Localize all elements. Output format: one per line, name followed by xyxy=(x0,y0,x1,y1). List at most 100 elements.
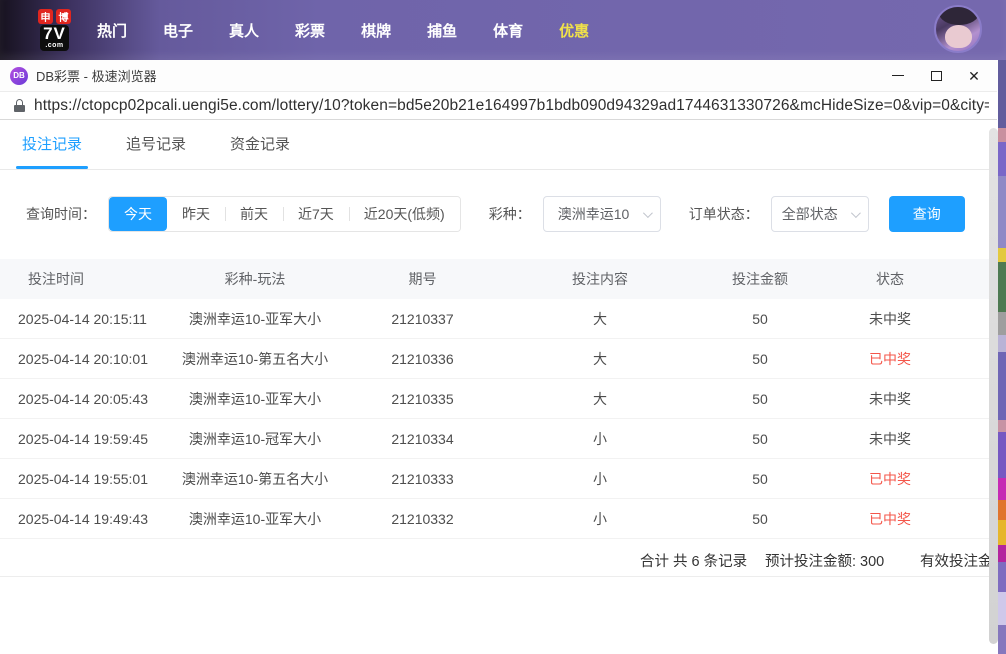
minimize-icon[interactable] xyxy=(879,61,917,91)
cell-game-play: 澳洲幸运10-亚军大小 xyxy=(180,309,330,329)
cell-bet-amount: 50 xyxy=(685,311,835,327)
column-header-status: 状态 xyxy=(835,269,945,289)
cell-bet-content: 大 xyxy=(515,309,685,329)
cell-bet-content: 大 xyxy=(515,389,685,409)
top-menu-item[interactable]: 彩票 xyxy=(295,20,325,41)
lottery-select[interactable]: 澳洲幸运10 xyxy=(543,196,661,232)
table-body: 2025-04-14 20:15:11 澳洲幸运10-亚军大小 21210337… xyxy=(0,299,997,539)
table-row: 2025-04-14 20:10:01 澳洲幸运10-第五名大小 2121033… xyxy=(0,339,997,379)
cell-issue-number: 21210333 xyxy=(330,471,515,487)
chevron-down-icon xyxy=(851,208,861,218)
cell-issue-number: 21210337 xyxy=(330,311,515,327)
browser-urlbar: https://ctopcp02pcali.uengi5e.com/lotter… xyxy=(0,92,997,120)
cell-bet-time: 2025-04-14 20:15:11 xyxy=(0,311,180,327)
record-tab[interactable]: 追号记录 xyxy=(126,120,186,169)
table-summary: 合计 共 6 条记录 预计投注金额: 300 有效投注金额 xyxy=(0,539,997,577)
screen: 申 博 7V .com 热门 电子 真人 彩票 棋牌 捕鱼 体育 xyxy=(0,0,1006,654)
cell-game-play: 澳洲幸运10-冠军大小 xyxy=(180,429,330,449)
close-icon[interactable]: ✕ xyxy=(955,61,993,91)
page-content: 投注记录 追号记录 资金记录 查询时间： 今天 昨天 前天 近7天 近20天(低… xyxy=(0,120,997,654)
cell-bet-amount: 50 xyxy=(685,511,835,527)
filter-bar: 查询时间： 今天 昨天 前天 近7天 近20天(低频) 彩种： 澳洲幸运10 xyxy=(26,196,997,232)
cell-game-play: 澳洲幸运10-第五名大小 xyxy=(180,349,330,369)
cell-game-play: 澳洲幸运10-第五名大小 xyxy=(180,469,330,489)
lottery-select-value: 澳洲幸运10 xyxy=(558,204,630,224)
cell-bet-content: 大 xyxy=(515,349,685,369)
table-row: 2025-04-14 20:05:43 澳洲幸运10-亚军大小 21210335… xyxy=(0,379,997,419)
table-row: 2025-04-14 20:15:11 澳洲幸运10-亚军大小 21210337… xyxy=(0,299,997,339)
cell-bet-time: 2025-04-14 20:05:43 xyxy=(0,391,180,407)
summary-total-records: 合计 共 6 条记录 xyxy=(640,550,747,571)
cell-status: 未中奖 xyxy=(835,309,945,329)
record-tab[interactable]: 投注记录 xyxy=(22,120,82,169)
cell-game-play: 澳洲幸运10-亚军大小 xyxy=(180,389,330,409)
top-menu-item[interactable]: 真人 xyxy=(229,20,259,41)
top-menu: 热门 电子 真人 彩票 棋牌 捕鱼 体育 优惠 xyxy=(97,20,589,41)
order-status-select[interactable]: 全部状态 xyxy=(771,196,869,232)
cell-bet-time: 2025-04-14 20:10:01 xyxy=(0,351,180,367)
window-title: DB彩票 - 极速浏览器 xyxy=(36,66,157,85)
column-header-content: 投注内容 xyxy=(515,269,685,289)
time-filter-label: 查询时间： xyxy=(26,204,96,224)
top-menu-item[interactable]: 体育 xyxy=(493,20,523,41)
time-range-option[interactable]: 近7天 xyxy=(283,197,349,231)
cell-bet-amount: 50 xyxy=(685,431,835,447)
cell-bet-time: 2025-04-14 19:59:45 xyxy=(0,431,180,447)
cell-bet-amount: 50 xyxy=(685,391,835,407)
table-row: 2025-04-14 19:59:45 澳洲幸运10-冠军大小 21210334… xyxy=(0,419,997,459)
top-menu-item[interactable]: 热门 xyxy=(97,20,127,41)
summary-valid-amount: 有效投注金额 xyxy=(920,550,997,571)
top-menu-item[interactable]: 捕鱼 xyxy=(427,20,457,41)
cell-issue-number: 21210332 xyxy=(330,511,515,527)
table-row: 2025-04-14 19:49:43 澳洲幸运10-亚军大小 21210332… xyxy=(0,499,997,539)
cell-status: 已中奖 xyxy=(835,349,945,369)
window-controls: ✕ xyxy=(879,61,993,91)
table-header: 投注时间 彩种-玩法 期号 投注内容 投注金额 状态 xyxy=(0,259,997,299)
brand-mark: 7V .com xyxy=(40,25,69,51)
top-menu-item[interactable]: 棋牌 xyxy=(361,20,391,41)
cell-issue-number: 21210335 xyxy=(330,391,515,407)
user-avatar[interactable] xyxy=(934,5,982,53)
cell-bet-amount: 50 xyxy=(685,471,835,487)
cell-issue-number: 21210334 xyxy=(330,431,515,447)
brand-logo[interactable]: 申 博 7V .com xyxy=(38,9,71,51)
chevron-down-icon xyxy=(643,208,653,218)
site-favicon-icon: DB xyxy=(10,67,28,85)
lock-icon xyxy=(14,99,25,112)
cell-bet-content: 小 xyxy=(515,469,685,489)
cell-status: 未中奖 xyxy=(835,429,945,449)
cell-status: 已中奖 xyxy=(835,509,945,529)
cell-game-play: 澳洲幸运10-亚军大小 xyxy=(180,509,330,529)
column-header-game: 彩种-玩法 xyxy=(180,269,330,289)
time-range-group: 今天 昨天 前天 近7天 近20天(低频) xyxy=(108,196,461,232)
cell-bet-content: 小 xyxy=(515,429,685,449)
time-range-option[interactable]: 前天 xyxy=(225,197,283,231)
cell-bet-amount: 50 xyxy=(685,351,835,367)
time-range-option[interactable]: 今天 xyxy=(109,197,167,231)
browser-titlebar: DB DB彩票 - 极速浏览器 ✕ xyxy=(0,60,997,92)
column-header-time: 投注时间 xyxy=(0,269,180,289)
brand-char-2: 博 xyxy=(56,9,71,24)
cell-issue-number: 21210336 xyxy=(330,351,515,367)
lottery-filter-label: 彩种： xyxy=(489,204,531,224)
top-nav: 申 博 7V .com 热门 电子 真人 彩票 棋牌 捕鱼 体育 xyxy=(0,0,1006,60)
query-button[interactable]: 查询 xyxy=(889,196,965,232)
table-row: 2025-04-14 19:55:01 澳洲幸运10-第五名大小 2121033… xyxy=(0,459,997,499)
record-tab[interactable]: 资金记录 xyxy=(230,120,290,169)
window-edge-scrollbar[interactable] xyxy=(989,128,998,644)
cell-status: 未中奖 xyxy=(835,389,945,409)
brand-logo-badges: 申 博 xyxy=(38,9,71,24)
time-range-option[interactable]: 近20天(低频) xyxy=(349,197,460,231)
maximize-icon[interactable] xyxy=(917,61,955,91)
record-tabs: 投注记录 追号记录 资金记录 xyxy=(0,120,997,170)
time-range-option[interactable]: 昨天 xyxy=(167,197,225,231)
column-header-amount: 投注金额 xyxy=(685,269,835,289)
top-menu-item[interactable]: 优惠 xyxy=(559,20,589,41)
url-text[interactable]: https://ctopcp02pcali.uengi5e.com/lotter… xyxy=(34,97,989,115)
order-status-label: 订单状态： xyxy=(689,204,759,224)
cell-bet-time: 2025-04-14 19:55:01 xyxy=(0,471,180,487)
order-status-value: 全部状态 xyxy=(782,204,838,224)
top-menu-item[interactable]: 电子 xyxy=(163,20,193,41)
column-header-issue: 期号 xyxy=(330,269,515,289)
avatar-face-shape xyxy=(945,25,972,48)
